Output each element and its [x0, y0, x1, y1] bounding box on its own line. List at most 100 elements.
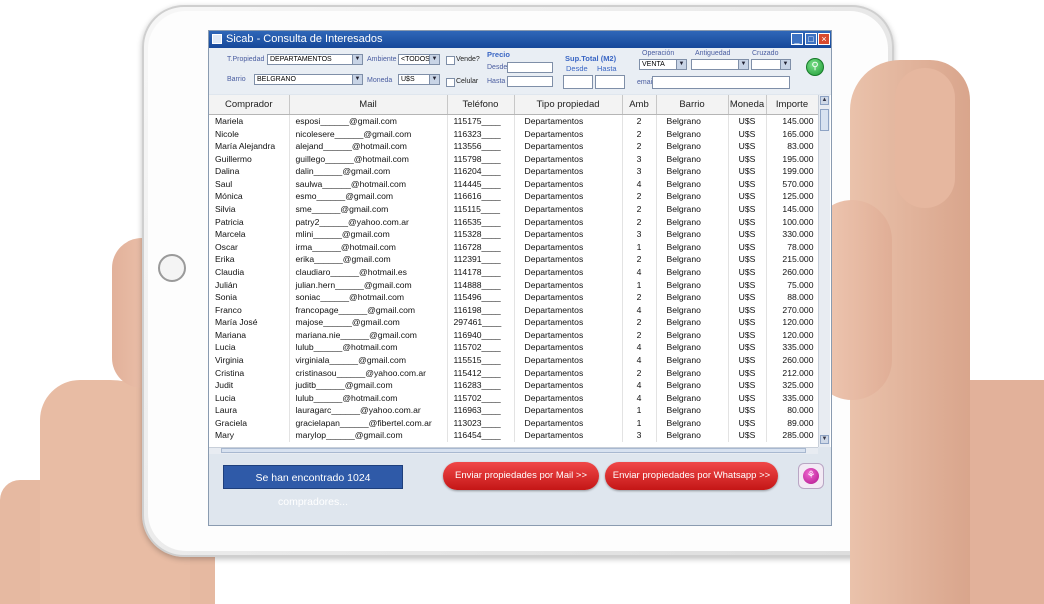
app-icon [212, 34, 222, 44]
cell-telefono: 115702____ [447, 391, 515, 405]
chevron-down-icon: ▼ [676, 60, 686, 69]
table-row[interactable]: Julián julian.hern______@gmail.com 114888_… [209, 278, 819, 292]
table-row[interactable]: Mary marylop______@gmail.com 116454____ Dep… [209, 429, 819, 443]
cell-telefono: 116728____ [447, 240, 515, 254]
table-row[interactable]: Guillermo guillego______@hotmail.com 11579… [209, 152, 819, 166]
cell-comprador: Erika [209, 253, 290, 266]
table-row[interactable]: Mariela esposi______@gmail.com 115175____ D… [209, 114, 819, 128]
table-row[interactable]: Claudia claudiaro______@hotmail.es 114178_… [209, 265, 819, 279]
column-header-mail[interactable]: Mail [289, 95, 448, 115]
cell-tipo-propiedad: Departamentos [514, 391, 623, 405]
precio-desde-label: Desde [487, 64, 508, 71]
moneda-label: Moneda [367, 77, 393, 84]
cell-importe: 145.000 [766, 203, 819, 216]
table-row[interactable]: Saul saulwa______@hotmail.com 114445____ De… [209, 177, 819, 191]
celular-checkbox[interactable] [446, 78, 455, 87]
cell-amb: 2 [622, 114, 657, 128]
cell-mail: nicolesere______@gmail.com [289, 127, 448, 141]
sup-hasta-input[interactable] [595, 75, 625, 89]
sup-desde-label: Desde [566, 64, 588, 73]
cell-telefono: 115702____ [447, 341, 515, 354]
hscroll-thumb[interactable] [221, 448, 806, 453]
cell-barrio: Belgrano [656, 240, 729, 254]
table-row[interactable]: Virginia virginiala______@gmail.com 115515… [209, 353, 819, 367]
table-row[interactable]: Nicole nicolesere______@gmail.com 116323__… [209, 127, 819, 141]
precio-hasta-input[interactable] [507, 76, 553, 87]
cell-tipo-propiedad: Departamentos [514, 165, 623, 178]
cell-moneda: U$S [728, 190, 767, 204]
table-row[interactable]: Cristina cristinasou______@yahoo.com.ar 11… [209, 366, 819, 380]
table-row[interactable]: Graciela gracielapan______@fibertel.com.a… [209, 416, 819, 430]
cell-telefono: 297461____ [447, 316, 515, 329]
scroll-thumb[interactable] [820, 109, 829, 131]
column-header-barrio[interactable]: Barrio [656, 95, 729, 115]
table-row[interactable]: Mariana mariana.nie______@gmail.com 116940… [209, 328, 819, 342]
cell-telefono: 113556____ [447, 140, 515, 153]
column-header-telefono[interactable]: Teléfono [447, 95, 515, 115]
cruzado-select[interactable]: ▼ [751, 59, 791, 70]
cell-comprador: Silvia [209, 203, 290, 216]
cell-tipo-propiedad: Departamentos [514, 127, 623, 141]
scroll-down-icon[interactable]: ▼ [820, 435, 829, 444]
email-input[interactable] [652, 76, 790, 89]
table-row[interactable]: Sonia soniac______@hotmail.com 115496____ D… [209, 291, 819, 304]
table-row[interactable]: Lucia lulub______@hotmail.com 115702____ De… [209, 341, 819, 354]
cell-telefono: 115115____ [447, 203, 515, 216]
table-row[interactable]: Lucia lulub______@hotmail.com 115702____ De… [209, 391, 819, 405]
column-header-tipo-propiedad[interactable]: Tipo propiedad [514, 95, 623, 115]
column-header-amb[interactable]: Amb [622, 95, 657, 115]
cell-comprador: Mariela [209, 114, 290, 128]
send-mail-button[interactable]: Enviar propiedades por Mail >> [443, 462, 599, 490]
column-header-comprador[interactable]: Comprador [209, 95, 290, 115]
cell-tipo-propiedad: Departamentos [514, 140, 623, 153]
vertical-scrollbar[interactable]: ▲ ▼ [818, 95, 830, 447]
minimize-button[interactable]: _ [791, 33, 803, 45]
scroll-up-icon[interactable]: ▲ [820, 96, 829, 105]
table-row[interactable]: María José majose______@gmail.com 297461__… [209, 316, 819, 329]
operacion-select[interactable]: VENTA ▼ [639, 59, 687, 70]
table-row[interactable]: Patricia patry2______@yahoo.com.ar 116535_… [209, 215, 819, 229]
table-row[interactable]: Marcela mlini______@gmail.com 115328____ De… [209, 228, 819, 241]
column-header-importe[interactable]: Importe [766, 95, 819, 115]
search-button[interactable]: ⚲ [806, 58, 824, 76]
barrio-select[interactable]: BELGRANO ▼ [254, 74, 363, 85]
home-button[interactable] [158, 254, 186, 282]
cell-barrio: Belgrano [656, 353, 729, 367]
cell-amb: 2 [622, 203, 657, 216]
send-whatsapp-button[interactable]: Enviar propiedades por Whatsapp >> [605, 462, 778, 490]
table-row[interactable]: Dalina dalin______@gmail.com 116204____ Dep… [209, 165, 819, 178]
close-button[interactable]: × [818, 33, 830, 45]
antiguedad-select[interactable]: ▼ [691, 59, 749, 70]
cell-comprador: Mary [209, 429, 290, 443]
table-row[interactable]: Laura lauragarc______@yahoo.com.ar 116963_… [209, 404, 819, 417]
ambiente-select[interactable]: <TODOS> ▼ [398, 54, 440, 65]
table-row[interactable]: Franco francopage______@gmail.com 116198__… [209, 303, 819, 317]
app-window: Sicab - Consulta de Interesados _ □ × T.… [208, 30, 832, 526]
sup-desde-input[interactable] [563, 75, 593, 89]
table-row[interactable]: Silvia sme______@gmail.com 115115____ Depar… [209, 203, 819, 216]
barrio-label: Barrio [227, 76, 246, 83]
cell-telefono: 114178____ [447, 265, 515, 279]
cell-importe: 195.000 [766, 152, 819, 166]
table-row[interactable]: Oscar irma______@hotmail.com 116728____ Dep… [209, 240, 819, 254]
table-row[interactable]: Judit juditb______@gmail.com 116283____ Dep… [209, 379, 819, 392]
cell-comprador: Virginia [209, 353, 290, 367]
cell-tipo-propiedad: Departamentos [514, 177, 623, 191]
column-header-moneda[interactable]: Moneda [728, 95, 767, 115]
chevron-down-icon: ▼ [352, 55, 362, 64]
vende-checkbox[interactable] [446, 56, 455, 65]
maximize-button[interactable]: □ [805, 33, 817, 45]
horizontal-scrollbar[interactable] [209, 447, 818, 454]
moneda-select[interactable]: U$S ▼ [398, 74, 440, 85]
results-status: Se han encontrado 1024 compradores... [223, 465, 403, 508]
cell-mail: alejand______@hotmail.com [289, 140, 448, 153]
cell-mail: soniac______@hotmail.com [289, 291, 448, 304]
cell-telefono: 115798____ [447, 152, 515, 166]
cell-barrio: Belgrano [656, 152, 729, 166]
exit-button[interactable]: ⚘ [798, 463, 824, 489]
precio-desde-input[interactable] [507, 62, 553, 73]
table-row[interactable]: Mónica esmo______@gmail.com 116616____ Depa… [209, 190, 819, 204]
table-row[interactable]: Erika erika______@gmail.com 112391____ Depa… [209, 253, 819, 266]
table-row[interactable]: María Alejandra alejand______@hotmail.com… [209, 140, 819, 153]
tipo-propiedad-select[interactable]: DEPARTAMENTOS ▼ [267, 54, 363, 65]
